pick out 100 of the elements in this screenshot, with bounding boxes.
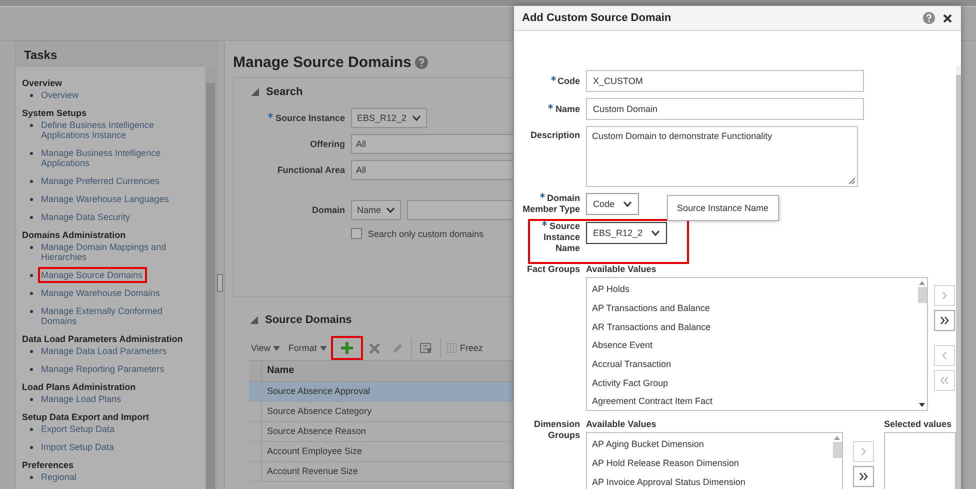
list-item[interactable]: AR Transactions and Balance xyxy=(587,317,917,336)
task-link[interactable]: Manage Reporting Parameters xyxy=(38,361,168,377)
bullet-icon xyxy=(30,292,33,295)
required-asterisk-icon xyxy=(542,221,548,226)
resize-grip-icon[interactable] xyxy=(849,178,855,184)
section-heading: Setup Data Export and Import xyxy=(22,412,150,422)
freeze-button[interactable]: Freez xyxy=(444,343,485,353)
task-link[interactable]: Manage Source Domains xyxy=(38,267,147,283)
task-link[interactable]: Manage Load Plans xyxy=(38,391,126,407)
task-link[interactable]: Manage Domain Mappings and Hierarchies xyxy=(38,239,201,265)
input-field[interactable]: Custom Domain xyxy=(586,98,864,120)
chevron-down-icon xyxy=(386,207,396,213)
field-label: Source Instance Name xyxy=(541,221,580,254)
list-item[interactable]: Agreement Contract Item Fact xyxy=(587,392,917,411)
bullet-icon xyxy=(30,398,33,401)
list-item[interactable]: AP Aging Bucket Dimension xyxy=(587,435,832,454)
select-field[interactable]: Name xyxy=(351,200,402,220)
chevron-down-icon xyxy=(412,115,421,121)
select-field[interactable]: Code xyxy=(586,193,639,215)
task-link[interactable]: Import Setup Data xyxy=(38,439,118,455)
bullet-icon xyxy=(30,446,33,449)
table-cell-text: Account Employee Size xyxy=(266,445,364,458)
task-link[interactable]: Manage Preferred Currencies xyxy=(38,173,164,189)
dialog-title: Add Custom Source Domain xyxy=(522,12,672,24)
move-all-button[interactable] xyxy=(853,466,874,487)
list-item[interactable]: Accrual Transaction xyxy=(587,354,917,374)
bullet-icon xyxy=(30,476,33,479)
dropdown-triangle-icon xyxy=(320,346,327,350)
collapse-triangle-icon[interactable] xyxy=(249,315,259,325)
list-item[interactable]: Absence Event xyxy=(587,336,917,355)
input-field[interactable]: X_CUSTOM xyxy=(586,70,864,92)
list-header: Selected values xyxy=(884,419,953,429)
list-item[interactable]: AP Invoice Approval Status Dimension xyxy=(587,472,832,489)
bullet-icon xyxy=(30,216,33,219)
x-icon xyxy=(368,342,380,354)
task-link[interactable]: Regional xyxy=(38,469,81,485)
bullet-icon xyxy=(30,310,33,313)
help-icon[interactable] xyxy=(415,56,428,69)
select-field[interactable]: EBS_R12_2 xyxy=(351,108,427,128)
bullet-icon xyxy=(30,198,33,201)
scroll-down-icon[interactable] xyxy=(919,403,925,407)
scrollbar-thumb[interactable] xyxy=(918,287,926,303)
chevron-down-icon xyxy=(622,201,632,207)
task-link[interactable]: Manage Externally Conformed Domains xyxy=(38,303,201,329)
checkbox[interactable] xyxy=(351,228,362,239)
move-all-button[interactable] xyxy=(934,310,955,331)
scrollbar-thumb[interactable] xyxy=(832,442,842,458)
list-item[interactable]: AP Holds xyxy=(587,280,917,299)
task-link[interactable]: Export Setup Data xyxy=(38,421,119,437)
required-asterisk-icon xyxy=(550,76,556,80)
list-header: Available Values xyxy=(586,264,658,274)
checkbox-label: Search only custom domains xyxy=(368,228,484,238)
task-link[interactable]: Manage Data Security xyxy=(38,209,134,225)
table-cell-text: Source Absence Reason xyxy=(266,425,368,438)
table-cell-text: Source Absence Category xyxy=(266,405,373,418)
section-title: Search xyxy=(266,86,303,98)
scrollbar[interactable] xyxy=(205,67,216,489)
page-title: Manage Source Domains xyxy=(233,54,412,71)
list-item[interactable]: Activity Fact Group xyxy=(587,373,917,392)
field-label: Domain xyxy=(310,205,345,215)
task-link[interactable]: Manage Business Intelligence Applications xyxy=(38,145,201,171)
section-heading: Domains Administration xyxy=(22,230,127,240)
select-field[interactable]: EBS_R12_2 xyxy=(586,222,667,244)
list-item[interactable]: AP Transactions and Balance xyxy=(587,298,917,318)
required-asterisk-icon xyxy=(540,193,545,198)
view-menu[interactable]: View xyxy=(249,343,282,353)
format-menu[interactable]: Format xyxy=(286,343,329,353)
task-link[interactable]: Overview xyxy=(38,87,83,103)
field-label: Fact Groups xyxy=(526,264,580,276)
dropdown-triangle-icon xyxy=(273,346,280,350)
task-link[interactable]: Manage Warehouse Domains xyxy=(38,285,164,301)
task-link[interactable]: Define Business Intelligence Applications Instance xyxy=(38,117,201,143)
section-title: Source Domains xyxy=(265,314,352,326)
list-item[interactable]: AP Hold Release Reason Dimension xyxy=(587,454,832,472)
bullet-icon xyxy=(30,180,33,183)
splitter-handle[interactable] xyxy=(217,274,223,292)
field-label: Name xyxy=(522,104,580,114)
add-button[interactable] xyxy=(332,338,361,358)
double-chevron-right-icon xyxy=(940,316,949,325)
remove-all-button[interactable] xyxy=(934,370,955,391)
textarea-field[interactable]: Custom Domain to demonstrate Functionality xyxy=(586,126,858,187)
tooltip: Source Instance Name xyxy=(667,195,779,221)
help-icon[interactable] xyxy=(923,12,935,24)
scroll-up-icon[interactable] xyxy=(919,281,925,285)
collapse-triangle-icon[interactable] xyxy=(250,87,260,97)
bullet-icon xyxy=(30,246,33,249)
bullet-icon xyxy=(30,428,33,431)
double-chevron-right-icon xyxy=(859,472,868,481)
scroll-up-icon[interactable] xyxy=(834,436,840,440)
task-link[interactable]: Manage Warehouse Languages xyxy=(38,191,173,207)
double-chevron-left-icon xyxy=(940,376,949,385)
column-header[interactable]: Name xyxy=(262,361,300,381)
close-button[interactable] xyxy=(943,14,952,22)
remove-button[interactable] xyxy=(934,345,955,366)
panel-title: Tasks xyxy=(16,42,216,67)
chevron-left-icon xyxy=(940,351,949,360)
bullet-icon xyxy=(30,124,33,127)
section-heading: Load Plans Administration xyxy=(22,382,137,392)
required-asterisk-icon xyxy=(268,113,274,118)
task-link[interactable]: Manage Data Load Parameters xyxy=(38,343,171,359)
